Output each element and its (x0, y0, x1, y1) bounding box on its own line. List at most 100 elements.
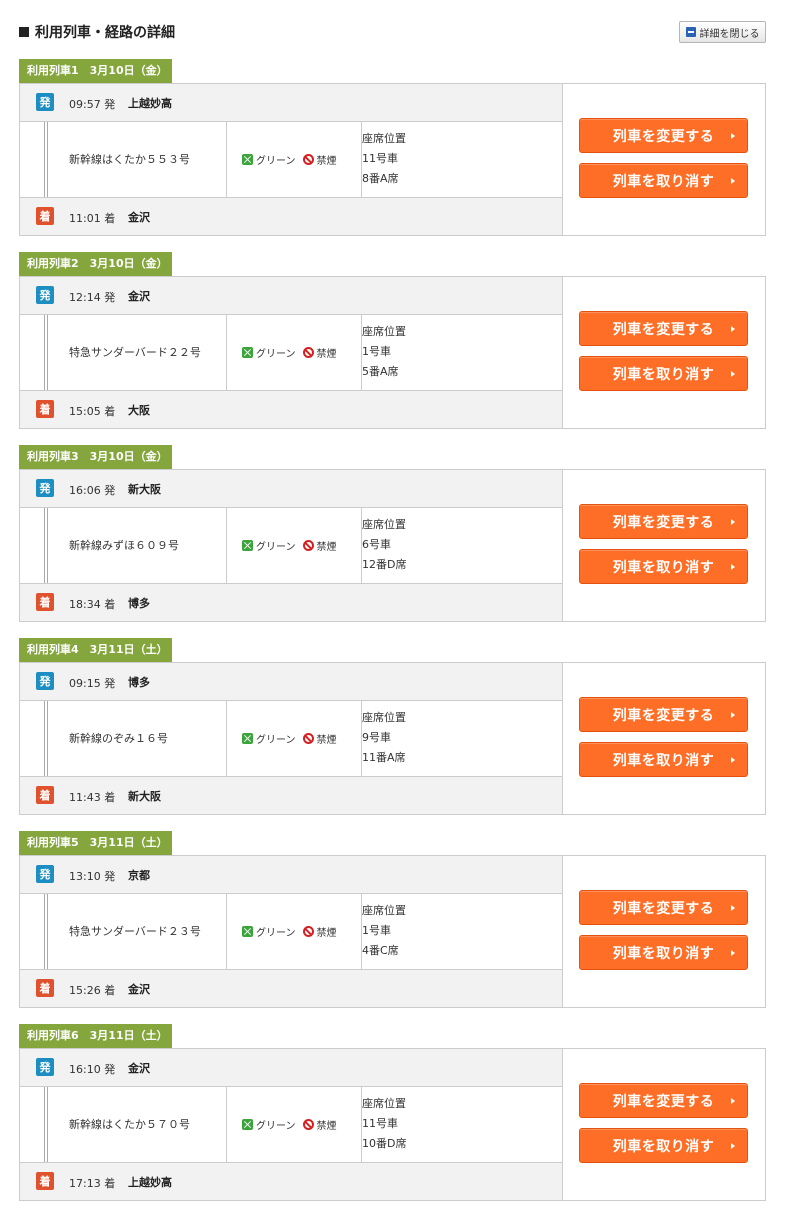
arrival-time: 11:43 着 (69, 791, 116, 804)
seat-position: 座席位置 11号車 8番A席 (362, 129, 406, 189)
arrow-right-icon (731, 178, 735, 184)
change-train-button[interactable]: 列車を変更する (579, 311, 748, 346)
arrival-station: 大阪 (128, 404, 150, 417)
train-name: 新幹線のぞみ１６号 (69, 732, 168, 745)
divider (562, 470, 563, 621)
train-info-row: 新幹線みずほ６０９号 グリーン 禁煙 座席位置 6号車 12番D席 (20, 508, 563, 584)
departure-time: 12:14 発 (69, 291, 116, 304)
arrival-badge: 着 (36, 207, 54, 225)
train-name: 新幹線はくたか５７０号 (69, 1118, 190, 1131)
departure-station: 博多 (128, 676, 150, 689)
departure-station: 金沢 (128, 290, 150, 303)
train-tag: 利用列車2 3月10日（金） (19, 252, 172, 276)
change-train-button[interactable]: 列車を変更する (579, 890, 748, 925)
seat-attributes: グリーン 禁煙 (242, 152, 337, 167)
arrival-time: 11:01 着 (69, 212, 116, 225)
seat-number: 12番D席 (362, 558, 407, 571)
arrival-station: 金沢 (128, 211, 150, 224)
divider (226, 508, 227, 584)
route-line (44, 1087, 48, 1163)
seat-position: 座席位置 1号車 4番C席 (362, 901, 406, 961)
arrow-right-icon (731, 905, 735, 911)
departure-time: 16:10 発 (69, 1063, 116, 1076)
departure-badge: 発 (36, 672, 54, 690)
car-number: 11号車 (362, 152, 398, 165)
train-card: 発 12:14 発 金沢 特急サンダーバード２２号 グリーン 禁煙 座席位置 1… (19, 276, 766, 429)
train-name: 特急サンダーバード２２号 (69, 346, 201, 359)
cancel-train-label: 列車を取り消す (612, 366, 715, 383)
car-number: 1号車 (362, 924, 391, 937)
train-info-row: 新幹線のぞみ１６号 グリーン 禁煙 座席位置 9号車 11番A席 (20, 701, 563, 777)
departure-badge: 発 (36, 93, 54, 111)
departure-row: 発 09:15 発 博多 (20, 663, 563, 701)
green-label: グリーン (256, 156, 296, 167)
departure-time: 16:06 発 (69, 484, 116, 497)
cancel-train-button[interactable]: 列車を取り消す (579, 549, 748, 584)
cancel-train-button[interactable]: 列車を取り消す (579, 163, 748, 198)
seat-number: 5番A席 (362, 365, 399, 378)
minus-icon (685, 27, 696, 37)
divider (226, 122, 227, 198)
close-details-button[interactable]: 詳細を閉じる (679, 21, 766, 43)
car-number: 1号車 (362, 345, 391, 358)
departure-badge: 発 (36, 1058, 54, 1076)
cancel-train-button[interactable]: 列車を取り消す (579, 935, 748, 970)
change-train-button[interactable]: 列車を変更する (579, 118, 748, 153)
change-train-button[interactable]: 列車を変更する (579, 504, 748, 539)
no-smoking-label: 禁煙 (316, 542, 337, 553)
train-card: 発 09:57 発 上越妙高 新幹線はくたか５５３号 グリーン 禁煙 座席位置 … (19, 83, 766, 236)
green-car-icon (242, 733, 253, 744)
change-train-label: 列車を変更する (612, 128, 715, 145)
no-smoking-icon (302, 733, 314, 744)
green-car-icon (242, 1119, 253, 1130)
arrival-time: 15:05 着 (69, 405, 116, 418)
cancel-train-label: 列車を取り消す (612, 752, 715, 769)
cancel-train-button[interactable]: 列車を取り消す (579, 742, 748, 777)
green-car-icon (242, 347, 253, 358)
arrival-station: 新大阪 (128, 790, 161, 803)
train-card: 発 16:10 発 金沢 新幹線はくたか５７０号 グリーン 禁煙 座席位置 11… (19, 1048, 766, 1201)
green-label: グリーン (256, 542, 296, 553)
cancel-train-label: 列車を取り消す (612, 945, 715, 962)
arrival-badge: 着 (36, 1172, 54, 1190)
departure-badge: 発 (36, 479, 54, 497)
no-smoking-label: 禁煙 (316, 156, 337, 167)
green-label: グリーン (256, 928, 296, 939)
arrival-row: 着 15:05 着 大阪 (20, 390, 563, 428)
change-train-button[interactable]: 列車を変更する (579, 697, 748, 732)
seat-number: 11番A席 (362, 751, 406, 764)
green-car-icon (242, 154, 253, 165)
seat-title: 座席位置 (362, 904, 406, 917)
seat-title: 座席位置 (362, 711, 406, 724)
car-number: 6号車 (362, 538, 391, 551)
change-train-button[interactable]: 列車を変更する (579, 1083, 748, 1118)
departure-station: 金沢 (128, 1062, 150, 1075)
divider (562, 277, 563, 428)
train-card: 発 16:06 発 新大阪 新幹線みずほ６０９号 グリーン 禁煙 座席位置 6号… (19, 469, 766, 622)
route-line (44, 122, 48, 198)
cancel-train-button[interactable]: 列車を取り消す (579, 356, 748, 391)
arrow-right-icon (731, 757, 735, 763)
green-label: グリーン (256, 1121, 296, 1132)
cancel-train-button[interactable]: 列車を取り消す (579, 1128, 748, 1163)
seat-position: 座席位置 1号車 5番A席 (362, 322, 406, 382)
train-block: 利用列車3 3月10日（金） 発 16:06 発 新大阪 新幹線みずほ６０９号 … (19, 445, 766, 622)
train-tag: 利用列車5 3月11日（土） (19, 831, 172, 855)
seat-attributes: グリーン 禁煙 (242, 924, 337, 939)
no-smoking-label: 禁煙 (316, 928, 337, 939)
departure-station: 新大阪 (128, 483, 161, 496)
arrival-row: 着 11:43 着 新大阪 (20, 776, 563, 814)
arrival-time: 15:26 着 (69, 984, 116, 997)
arrival-badge: 着 (36, 786, 54, 804)
train-block: 利用列車5 3月11日（土） 発 13:10 発 京都 特急サンダーバード２３号… (19, 831, 766, 1008)
train-card: 発 09:15 発 博多 新幹線のぞみ１６号 グリーン 禁煙 座席位置 9号車 (19, 662, 766, 815)
change-train-label: 列車を変更する (612, 900, 715, 917)
arrival-row: 着 17:13 着 上越妙高 (20, 1162, 563, 1200)
route-line (44, 315, 48, 391)
arrival-station: 博多 (128, 597, 150, 610)
seat-title: 座席位置 (362, 132, 406, 145)
arrow-right-icon (731, 519, 735, 525)
seat-number: 8番A席 (362, 172, 399, 185)
no-smoking-icon (302, 347, 314, 358)
divider (562, 84, 563, 235)
